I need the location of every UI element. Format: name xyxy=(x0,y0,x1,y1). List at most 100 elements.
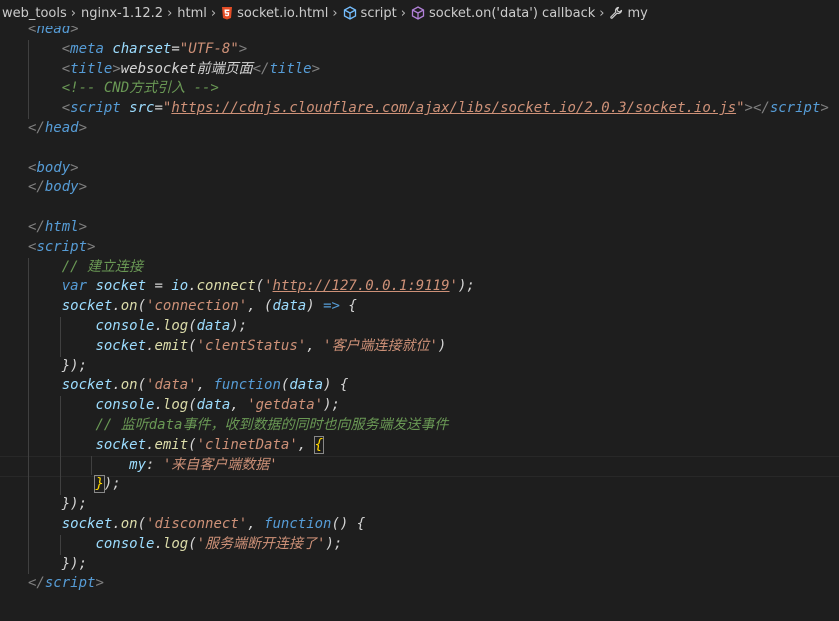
code-token: ); xyxy=(323,397,340,414)
code-token: src xyxy=(129,100,155,117)
breadcrumb-item-script[interactable]: script xyxy=(343,6,397,21)
indent-guide xyxy=(28,376,29,397)
code-token: = xyxy=(146,278,172,295)
code-token: ( xyxy=(188,436,197,453)
code-token: on xyxy=(120,377,138,394)
code-line: <script src="https://cdnjs.cloudflare.co… xyxy=(28,99,829,119)
code-token: > xyxy=(112,60,121,77)
breadcrumb-item-my[interactable]: my xyxy=(609,6,648,21)
indent-guide xyxy=(28,59,29,80)
code-token: ( xyxy=(137,298,147,315)
code-token: data xyxy=(272,298,307,315)
code-line: console.log(data, 'getdata'); xyxy=(28,396,829,416)
code-token: > xyxy=(70,26,79,37)
indent-guide xyxy=(28,316,29,337)
indent-guide xyxy=(59,534,61,555)
code-token: . xyxy=(112,515,121,532)
code-token: meta xyxy=(70,40,104,57)
code-token: < xyxy=(61,60,71,77)
code-token: function xyxy=(213,377,281,394)
breadcrumb-item-web-tools[interactable]: web_tools xyxy=(2,6,67,21)
code-token: . xyxy=(154,535,163,552)
code-token: head xyxy=(36,26,71,37)
breadcrumb-item-callback[interactable]: socket.on('data') callback xyxy=(411,6,595,21)
code-token: { xyxy=(313,435,325,454)
code-line: <!-- CND方式引入 --> xyxy=(28,79,829,100)
indent-guide xyxy=(28,534,29,555)
code-line: socket.emit('clentStatus', '客户端连接就位') xyxy=(28,336,829,357)
indent-guide xyxy=(28,475,29,496)
breadcrumb-item-file[interactable]: socket.io.html xyxy=(221,6,328,21)
code-token: > xyxy=(87,238,96,255)
code-line: }); xyxy=(28,554,829,575)
code-token: ( xyxy=(188,535,197,552)
code-token: > xyxy=(78,218,88,235)
code-editor[interactable]: <head> <meta charset="UTF-8"> <title>web… xyxy=(0,26,839,621)
code-token: = xyxy=(171,40,180,57)
code-line: <title>websocket前端页面</title> xyxy=(28,59,829,80)
code-token: title xyxy=(70,60,113,77)
breadcrumb-label: script xyxy=(360,5,397,21)
code-token: "UTF-8" xyxy=(179,40,239,57)
indent-guide xyxy=(28,495,29,515)
indent-guide xyxy=(59,455,61,476)
code-token: </ xyxy=(28,575,45,592)
breadcrumb-label: html xyxy=(177,5,207,21)
indent-guide xyxy=(28,554,29,575)
code-token: io xyxy=(171,278,189,295)
code-token: () { xyxy=(331,515,366,532)
code-token: http://127.0.0.1:9119 xyxy=(272,278,450,295)
code-token: '服务端断开连接了' xyxy=(196,535,326,552)
code-token: 'clentStatus' xyxy=(196,337,307,354)
code-line: // 监听data事件，收到数据的同时也向服务端发送事件 xyxy=(28,415,829,436)
code-token: 'data' xyxy=(146,377,197,394)
code-token: console xyxy=(95,397,155,414)
code-line: socket.emit('clinetData', { xyxy=(28,435,829,456)
indent-guide xyxy=(59,336,61,357)
code-token: body xyxy=(36,159,71,176)
code-token: socket xyxy=(95,436,147,453)
code-token: 'disconnect' xyxy=(146,515,248,532)
code-token: ></ xyxy=(744,100,770,117)
breadcrumb-item-nginx[interactable]: nginx-1.12.2 xyxy=(81,6,163,21)
code-line: console.log(data); xyxy=(28,316,829,337)
code-token: }); xyxy=(61,357,88,374)
code-token: socket xyxy=(61,377,113,394)
code-token: html xyxy=(44,218,79,235)
code-token: } xyxy=(94,475,105,494)
indent-guide xyxy=(59,435,61,456)
indent-guide xyxy=(28,297,29,317)
code-token: > xyxy=(311,60,321,77)
breadcrumb-label: socket.on('data') callback xyxy=(428,5,596,21)
code-token: . xyxy=(154,397,163,414)
code-line: }); xyxy=(28,475,829,496)
code-line: console.log('服务端断开连接了'); xyxy=(28,534,829,555)
code-token: on xyxy=(120,298,138,315)
indent-guide xyxy=(28,514,29,535)
code-line: my: '来自客户端数据' xyxy=(0,455,839,477)
indent-guide xyxy=(28,39,29,60)
code-line: socket.on('disconnect', function() { xyxy=(28,514,829,535)
code-token: data xyxy=(196,397,231,414)
code-token: https://cdnjs.cloudflare.com/ajax/libs/s… xyxy=(171,100,737,117)
code-line: </html> xyxy=(28,218,829,238)
code-token: body xyxy=(44,179,79,196)
indent-guide xyxy=(28,415,29,436)
code-token: console xyxy=(95,535,155,552)
chevron-right-icon: › xyxy=(332,5,338,21)
indent-guide xyxy=(59,475,61,496)
code-token: log xyxy=(162,535,189,552)
indent-guide xyxy=(91,455,93,476)
breadcrumb-item-html[interactable]: html xyxy=(177,6,207,21)
